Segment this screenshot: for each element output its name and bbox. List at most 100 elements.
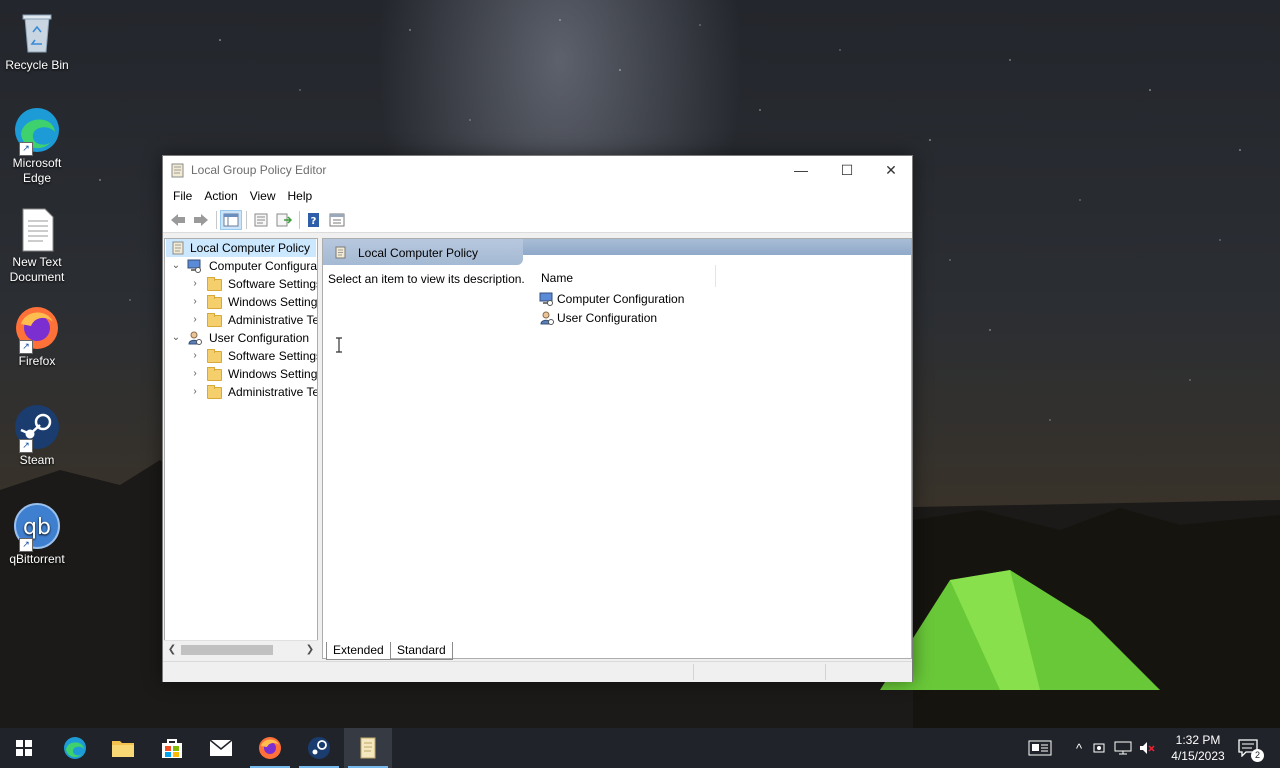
help-button[interactable]: ? [303, 210, 325, 230]
start-button[interactable] [0, 728, 48, 768]
volume-muted-icon[interactable] [1138, 741, 1156, 755]
taskbar-file-explorer[interactable] [99, 728, 147, 768]
tree-item-label: Computer Configura [209, 259, 318, 273]
tree-item-computer-administrative-templates[interactable]: › Administrative Te [165, 311, 317, 329]
scrollbar-thumb[interactable] [181, 645, 273, 655]
taskbar-firefox[interactable] [246, 728, 294, 768]
windows-logo-icon [16, 740, 32, 756]
view-options-button[interactable] [326, 210, 348, 230]
list-item-label: User Configuration [557, 311, 658, 325]
tree-item-label: Windows Setting [228, 367, 318, 381]
console-tree-icon [223, 213, 239, 226]
maximize-button[interactable]: ☐ [824, 156, 870, 185]
firefox-icon [259, 737, 281, 759]
mail-icon [209, 739, 233, 756]
description-text: Select an item to view its description. [328, 272, 525, 286]
view-options-icon [329, 213, 345, 226]
notification-center-button[interactable]: 2 [1228, 728, 1268, 768]
chevron-right-icon[interactable]: › [190, 293, 200, 311]
taskbar-clock[interactable]: 1:32 PM 4/15/2023 [1162, 732, 1234, 764]
chevron-right-icon[interactable]: › [190, 275, 200, 293]
chevron-right-icon[interactable]: › [190, 311, 200, 329]
policy-scroll-icon [171, 163, 184, 178]
text-cursor-icon [336, 337, 342, 353]
desktop-icon-recycle-bin[interactable]: Recycle Bin [4, 8, 70, 73]
menu-view[interactable]: View [244, 189, 282, 203]
menu-file[interactable]: File [167, 189, 198, 203]
news-widget-icon[interactable] [1028, 740, 1054, 756]
tab-extended[interactable]: Extended [326, 642, 391, 660]
user-icon [540, 311, 554, 325]
policy-scroll-icon [172, 241, 184, 255]
minimize-button[interactable]: — [778, 156, 824, 185]
chevron-right-icon[interactable]: › [190, 365, 200, 383]
desktop-icon-label: Microsoft Edge [12, 156, 62, 185]
tree-item-user-administrative-templates[interactable]: › Administrative Te [165, 383, 317, 401]
chevron-up-icon[interactable]: ^ [1076, 741, 1082, 756]
taskbar-mail[interactable] [197, 728, 245, 768]
taskbar-edge[interactable] [51, 728, 99, 768]
tree-item-computer-software-settings[interactable]: › Software Settings [165, 275, 317, 293]
tree-item-label: User Configuration [209, 331, 310, 345]
desktop-icon-qbittorrent[interactable]: qb ↗ qBittorrent [4, 502, 70, 567]
qbittorrent-icon: qb ↗ [13, 502, 61, 552]
back-arrow-icon [171, 213, 185, 226]
tab-standard[interactable]: Standard [390, 642, 453, 660]
menu-action[interactable]: Action [198, 189, 243, 203]
tree-item-computer-configuration[interactable]: ⌄ Computer Configura [165, 257, 318, 275]
tree-item-computer-windows-settings[interactable]: › Windows Setting [165, 293, 317, 311]
back-button[interactable] [167, 210, 189, 230]
chevron-down-icon[interactable]: ⌄ [171, 329, 181, 347]
chevron-right-icon[interactable]: › [190, 383, 200, 401]
properties-button[interactable] [250, 210, 272, 230]
taskbar-microsoft-store[interactable] [148, 728, 196, 768]
export-list-icon [276, 213, 292, 226]
close-button[interactable]: ✕ [868, 156, 914, 185]
tree-item-user-configuration[interactable]: ⌄ User Configuration [165, 329, 317, 347]
tree-item-label: Software Settings [228, 349, 318, 363]
status-divider [825, 664, 826, 680]
window-title: Local Group Policy Editor [191, 163, 327, 177]
export-list-button[interactable] [273, 210, 295, 230]
shortcut-arrow-icon: ↗ [19, 538, 33, 552]
title-bar[interactable]: Local Group Policy Editor — ☐ ✕ [163, 156, 912, 185]
scroll-left-icon[interactable]: ❮ [164, 641, 180, 659]
tree-horizontal-scrollbar[interactable]: ❮ ❯ [164, 640, 318, 659]
tree-item-user-windows-settings[interactable]: › Windows Setting [165, 365, 318, 383]
tree-item-local-computer-policy[interactable]: Local Computer Policy [166, 239, 316, 257]
view-tabs: Extended Standard [322, 641, 912, 661]
help-icon: ? [308, 212, 319, 227]
policy-scroll-icon [360, 737, 376, 759]
svg-text:?: ? [311, 216, 317, 227]
desktop-icon-label: Firefox [18, 354, 56, 368]
properties-icon [254, 213, 268, 226]
taskbar-group-policy-editor[interactable] [344, 728, 392, 768]
steam-icon [308, 737, 330, 759]
desktop-icon-label: Steam [19, 453, 55, 467]
meet-now-icon[interactable] [1092, 741, 1106, 755]
menu-help[interactable]: Help [282, 189, 319, 203]
group-policy-editor-window: Local Group Policy Editor — ☐ ✕ File Act… [162, 155, 913, 682]
network-icon[interactable] [1114, 741, 1132, 755]
chevron-right-icon[interactable]: › [190, 347, 200, 365]
toolbar-separator [299, 210, 300, 229]
show-hide-console-tree-button[interactable] [220, 209, 242, 230]
column-header-name[interactable]: Name [535, 265, 716, 287]
scroll-right-icon[interactable]: ❯ [302, 641, 318, 659]
shortcut-arrow-icon: ↗ [19, 142, 33, 156]
computer-icon [539, 292, 553, 306]
desktop-icon-firefox[interactable]: ↗ Firefox [4, 304, 70, 369]
desktop-icon-steam[interactable]: ↗ Steam [4, 403, 70, 468]
shortcut-arrow-icon: ↗ [19, 439, 33, 453]
store-icon [162, 739, 182, 758]
forward-button[interactable] [190, 210, 212, 230]
edge-icon [64, 737, 86, 759]
tree-item-user-software-settings[interactable]: › Software Settings [165, 347, 318, 365]
console-tree: Local Computer Policy ⌄ Computer Configu… [164, 238, 318, 659]
chevron-down-icon[interactable]: ⌄ [171, 257, 181, 275]
desktop-icon-edge[interactable]: ↗ Microsoft Edge [4, 106, 70, 186]
desktop-icon-new-text-document[interactable]: New Text Document [4, 205, 70, 285]
text-document-icon [13, 205, 61, 253]
taskbar-steam[interactable] [295, 728, 343, 768]
column-header-label: Name [541, 271, 574, 285]
